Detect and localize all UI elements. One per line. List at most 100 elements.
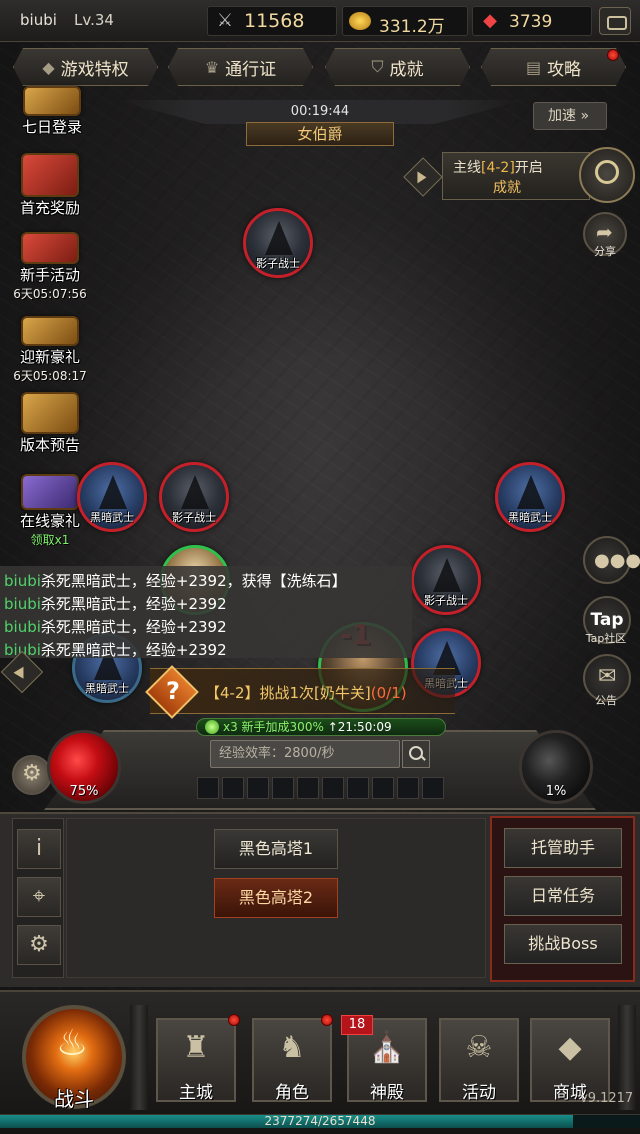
auto-assist-button[interactable]: 托管助手 — [504, 828, 622, 868]
skill-slots — [197, 777, 444, 799]
tower-2-button[interactable]: 黑色高塔2 — [214, 878, 338, 918]
exp-rate-field[interactable]: 经验效率：2800/秒 — [210, 740, 400, 768]
scroll-icon — [23, 86, 81, 116]
skill-slot[interactable] — [247, 777, 269, 799]
gear-icon: ⚙ — [29, 932, 49, 957]
combat-log: biubi杀死黑暗武士，经验+2392，获得【洗练石】 biubi杀死黑暗武士，… — [0, 566, 412, 659]
nav-activity-label: 活动 — [462, 1083, 496, 1103]
skill-slot[interactable] — [322, 777, 344, 799]
skill-slot[interactable] — [347, 777, 369, 799]
skill-slot[interactable] — [297, 777, 319, 799]
skill-slot[interactable] — [397, 777, 419, 799]
challenge-tracker[interactable]: ? 【4-2】挑战1次[奶牛关](0/1) — [145, 665, 455, 719]
first-recharge-label: 首充奖励 — [19, 199, 80, 217]
welcome-gift-label: 迎新豪礼 — [19, 348, 80, 366]
hooded-figure-icon — [265, 221, 293, 255]
settings-emblem-icon[interactable] — [12, 755, 52, 795]
nav-shop[interactable]: ◆ 商城 — [530, 1018, 610, 1103]
first-recharge[interactable]: 首充奖励 — [10, 153, 90, 218]
skill-slot[interactable] — [197, 777, 219, 799]
skill-slot[interactable] — [372, 777, 394, 799]
main-quest-tracker[interactable]: 主线[4-2]开启 成就 — [442, 152, 590, 200]
tap-community-label: Tap社区 — [585, 632, 627, 645]
nav-role-label: 角色 — [275, 1083, 309, 1103]
buff-timer: ↑21:50:09 — [327, 720, 392, 734]
gem-display[interactable]: ◆ 3739 — [472, 6, 592, 36]
chest-icon — [21, 392, 79, 434]
gold-display[interactable]: 331.2万 — [342, 6, 468, 37]
online-gift-label: 在线豪礼 — [19, 512, 80, 530]
speed-up-button[interactable]: 加速 » — [533, 102, 607, 130]
share-arrow-icon: ➦ — [596, 220, 613, 244]
city-alert-dot — [228, 1014, 240, 1026]
quest-title: 主线[4-2]开启 — [453, 157, 543, 177]
log-player: biubi — [4, 618, 41, 636]
nav-activity[interactable]: ☠ 活动 — [439, 1018, 519, 1103]
power-value: 11568 — [244, 10, 305, 32]
challenge-boss-button[interactable]: 挑战Boss — [504, 924, 622, 964]
gift-box-icon — [21, 232, 79, 264]
challenge-desc: 【4-2】挑战1次[奶牛关] — [205, 684, 371, 702]
tool-column: ⅰ ⌖ ⚙ — [12, 818, 64, 978]
crown-icon: ♛ — [204, 57, 220, 77]
exp-bar: 2377274/2657448 — [0, 1114, 640, 1128]
enemy-unit[interactable]: 影子战士 — [159, 462, 229, 532]
crossed-swords-icon: ⚔ — [216, 10, 234, 31]
mail-button[interactable] — [599, 7, 631, 35]
log-text: 杀死黑暗武士，经验+2392 — [40, 641, 227, 659]
guide-label: 攻略 — [547, 59, 582, 80]
log-player: biubi — [4, 595, 41, 613]
settings-button[interactable]: ⚙ — [17, 925, 61, 965]
newbie-event[interactable]: 新手活动 6天05:07:56 — [10, 232, 90, 302]
tap-icon: Tap — [590, 610, 624, 630]
helmet-icon: ♞ — [278, 1030, 306, 1065]
location-button[interactable]: ⌖ — [17, 877, 61, 917]
hp-percent: 75% — [69, 784, 99, 799]
player-name: biubi — [20, 11, 57, 29]
unit-name: 黑暗武士 — [508, 511, 552, 524]
temple-count-badge: 18 — [341, 1015, 373, 1035]
achievement-button[interactable]: ⛉ 成就 — [325, 48, 470, 86]
achievement-medal-button[interactable] — [579, 147, 635, 203]
chat-button[interactable]: ●●● — [583, 536, 640, 584]
quest-prefix: 主线 — [453, 160, 481, 176]
pass-button[interactable]: ♛ 通行证 — [168, 48, 313, 86]
buff-text: x3 新手加成300% ↑21:50:09 — [223, 719, 392, 735]
player-level: Lv.34 — [74, 11, 114, 29]
challenge-progress: (0/1) — [370, 684, 407, 702]
chat-bubble-icon: ●●● — [594, 550, 640, 571]
nav-city[interactable]: ♜ 主城 — [156, 1018, 236, 1103]
skill-slot[interactable] — [272, 777, 294, 799]
power-display: ⚔ 11568 — [207, 6, 337, 36]
diamond-icon: ◆ — [42, 57, 55, 77]
version-preview[interactable]: 版本预告 — [10, 392, 90, 455]
daily-quest-button[interactable]: 日常任务 — [504, 876, 622, 916]
gold-value: 331.2万 — [379, 17, 445, 37]
privilege-button[interactable]: ◆ 游戏特权 — [13, 48, 158, 86]
enemy-unit[interactable]: 影子战士 — [243, 208, 313, 278]
treasure-chest-icon — [21, 153, 79, 197]
info-button[interactable]: ⅰ — [17, 829, 61, 869]
hooded-figure-icon — [517, 475, 545, 509]
seven-day-login[interactable]: 七日登录 — [12, 86, 92, 137]
compass-icon — [21, 474, 79, 510]
guide-button[interactable]: ▤ 攻略 — [481, 48, 626, 86]
skill-slot[interactable] — [222, 777, 244, 799]
newbie-buff-bar: x3 新手加成300% ↑21:50:09 — [196, 718, 446, 736]
quest-reward: 成就 — [493, 180, 521, 196]
log-line: biubi杀死黑暗武士，经验+2392 — [0, 639, 412, 662]
gold-coin-icon — [347, 9, 373, 33]
search-icon[interactable] — [402, 740, 430, 768]
enemy-unit[interactable]: 黑暗武士 — [495, 462, 565, 532]
welcome-gift[interactable]: 迎新豪礼 6天05:08:17 — [10, 316, 90, 384]
skill-slot[interactable] — [422, 777, 444, 799]
hooded-figure-icon — [433, 558, 461, 592]
enemy-unit[interactable]: 影子战士 — [411, 545, 481, 615]
log-text: 杀死黑暗武士，经验+2392 — [40, 618, 227, 636]
enemy-unit[interactable]: 黑暗武士 — [77, 462, 147, 532]
tower-1-button[interactable]: 黑色高塔1 — [214, 829, 338, 869]
challenge-text: 【4-2】挑战1次[奶牛关](0/1) — [205, 682, 407, 703]
gold-chest-icon — [21, 316, 79, 346]
nav-role[interactable]: ♞ 角色 — [252, 1018, 332, 1103]
demon-mask-icon: ☠ — [465, 1030, 493, 1065]
